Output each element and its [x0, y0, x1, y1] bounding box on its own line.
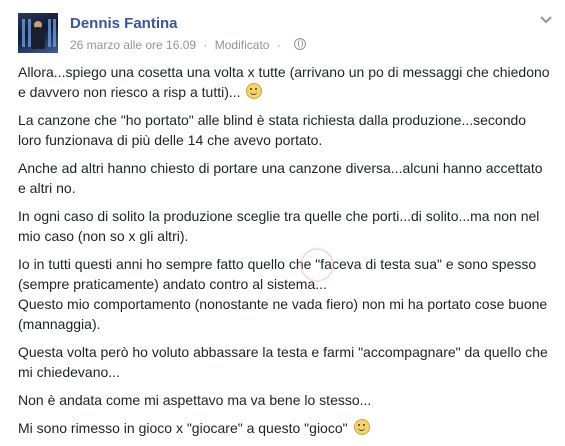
globe-icon[interactable] — [294, 38, 307, 50]
post-paragraph: La canzone che "ho portato" alle blind è… — [18, 112, 527, 148]
chevron-down-icon[interactable] — [539, 15, 553, 25]
facebook-post: Dennis Fantina 26 marzo alle ore 16.09 ·… — [0, 0, 565, 443]
post-paragraph: Allora...spiego una cosetta una volta x … — [18, 64, 550, 100]
post-meta: 26 marzo alle ore 16.09 · Modificato · — [70, 38, 307, 52]
author-name[interactable]: Dennis Fantina — [70, 15, 178, 32]
post-paragraph: Mi sono rimesso in gioco x "giocare" a q… — [18, 418, 553, 438]
post-paragraph: In ogni caso di solito la produzione sce… — [18, 208, 540, 244]
post-body: Allora...spiego una cosetta una volta x … — [18, 62, 553, 446]
avatar[interactable] — [18, 13, 58, 53]
post-paragraph: Non è andata come mi aspettavo ma va ben… — [18, 392, 372, 408]
edited-label[interactable]: Modificato — [215, 38, 270, 52]
meta-separator: · — [276, 38, 281, 52]
post-paragraph: Questa volta però ho voluto abbassare la… — [18, 344, 548, 380]
post-paragraph: Io in tutti questi anni ho sempre fatto … — [18, 256, 548, 332]
smile-emoji-icon — [353, 419, 370, 435]
avatar-stripe — [48, 19, 51, 47]
avatar-stripe — [53, 19, 56, 47]
post-timestamp[interactable]: 26 marzo alle ore 16.09 — [70, 38, 196, 52]
post-paragraph: Anche ad altri hanno chiesto di portare … — [18, 160, 543, 196]
smile-emoji-icon — [246, 83, 263, 99]
avatar-stripe — [22, 19, 25, 47]
watermark-logo — [300, 248, 334, 282]
avatar-person — [31, 27, 45, 49]
meta-separator: · — [203, 38, 208, 52]
